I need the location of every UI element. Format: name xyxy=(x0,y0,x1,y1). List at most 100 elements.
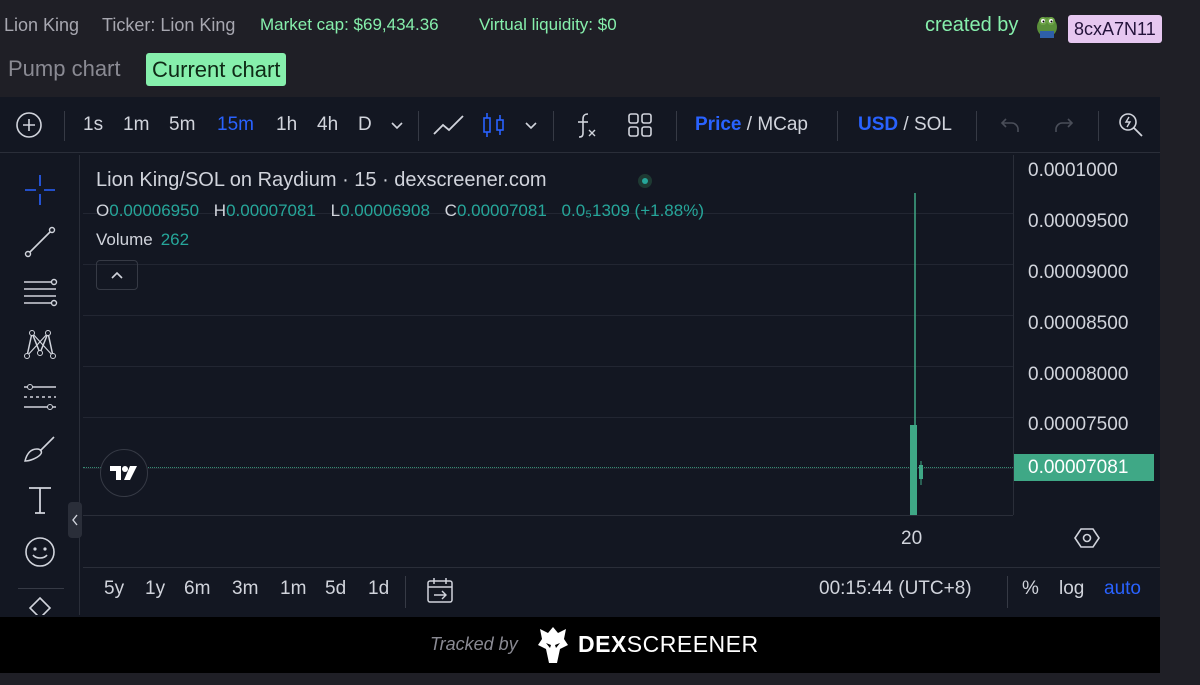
sol-option[interactable]: / SOL xyxy=(898,114,952,135)
tradingview-logo[interactable] xyxy=(100,449,148,497)
range-1m[interactable]: 1m xyxy=(280,578,306,600)
line-chart-type-button[interactable] xyxy=(432,97,466,153)
auto-toggle[interactable]: auto xyxy=(1104,578,1141,600)
collapse-legend-button[interactable] xyxy=(96,260,138,290)
crosshair-tool[interactable] xyxy=(20,170,60,210)
search-lightning-icon xyxy=(1119,113,1143,137)
chart-toolbar: 1s 1m 5m 15m 1h 4h D Price / MCap USD / … xyxy=(0,97,1160,153)
y-tick-label: 0.00009000 xyxy=(1028,262,1129,283)
chevron-down-icon xyxy=(391,122,403,130)
interval-1h[interactable]: 1h xyxy=(276,97,297,153)
ohlc-values: O0.00006950 H0.00007081 L0.00006908 C0.0… xyxy=(96,201,714,221)
interval-1m[interactable]: 1m xyxy=(123,97,149,153)
fib-tool[interactable] xyxy=(20,273,60,313)
chevron-left-icon xyxy=(72,514,78,526)
range-3m[interactable]: 3m xyxy=(232,578,258,600)
pattern-tool[interactable] xyxy=(20,325,60,365)
current-price-label: 0.00007081 xyxy=(1014,454,1154,481)
toolbar-divider xyxy=(837,111,838,141)
quick-search-button[interactable] xyxy=(1116,97,1146,153)
range-5d[interactable]: 5d xyxy=(325,578,346,600)
close-key: C xyxy=(444,201,457,220)
toolbar-divider xyxy=(553,111,554,141)
tracked-by-label: Tracked by xyxy=(430,634,518,654)
low-value: 0.00006908 xyxy=(340,201,430,220)
dexscreener-brand[interactable]: DEXSCREENER xyxy=(578,631,759,658)
toolbar-divider xyxy=(64,111,65,141)
add-symbol-button[interactable] xyxy=(14,97,44,153)
collapse-toolbar-handle[interactable] xyxy=(68,502,82,538)
tab-pump-chart[interactable]: Pump chart xyxy=(8,56,121,82)
interval-4h[interactable]: 4h xyxy=(317,97,338,153)
price-option[interactable]: Price xyxy=(695,114,741,135)
y-tick-label: 0.00009500 xyxy=(1028,211,1129,232)
tab-current-chart[interactable]: Current chart xyxy=(146,53,287,86)
range-5y[interactable]: 5y xyxy=(104,578,124,600)
mcap-option[interactable]: / MCap xyxy=(741,114,808,135)
range-1d[interactable]: 1d xyxy=(368,578,389,600)
clock-timezone[interactable]: 00:15:44 (UTC+8) xyxy=(819,578,972,600)
layout-button[interactable] xyxy=(627,97,653,153)
interval-5m[interactable]: 5m xyxy=(169,97,195,153)
forecast-tool[interactable] xyxy=(20,377,60,417)
candle-chart-type-button[interactable] xyxy=(481,97,507,153)
y-tick-label: 0.0001000 xyxy=(1028,160,1118,181)
range-bar: 5y 1y 6m 3m 1m 5d 1d 00:15:44 (UTC+8) % … xyxy=(83,567,1160,617)
trendline-icon xyxy=(24,226,56,258)
chart-type-dropdown[interactable] xyxy=(522,97,540,153)
range-divider xyxy=(405,576,406,608)
text-tool[interactable] xyxy=(20,480,60,520)
gridline xyxy=(83,315,1013,316)
range-1y[interactable]: 1y xyxy=(145,578,165,600)
emoji-tool[interactable] xyxy=(20,532,60,572)
go-to-date-button[interactable] xyxy=(425,576,455,612)
price-mcap-toggle[interactable]: Price / MCap xyxy=(695,97,808,153)
interval-1s[interactable]: 1s xyxy=(83,97,103,153)
chart-legend-title: Lion King/SOL on Raydium · 15 · dexscree… xyxy=(96,169,547,191)
brush-tool[interactable] xyxy=(20,428,60,468)
time-axis[interactable]: 20 xyxy=(83,515,1013,559)
high-value: 0.00007081 xyxy=(226,201,316,220)
trendline-tool[interactable] xyxy=(20,222,60,262)
x-tick-label: 20 xyxy=(901,528,923,549)
creator-address-badge[interactable]: 8cxA7N11 xyxy=(1068,15,1162,43)
percent-toggle[interactable]: % xyxy=(1022,578,1039,600)
ruler-tool[interactable] xyxy=(20,595,60,615)
usd-option[interactable]: USD xyxy=(858,114,898,135)
brand-screener: SCREENER xyxy=(626,631,759,657)
range-divider xyxy=(1007,576,1008,608)
gridline xyxy=(83,366,1013,367)
gridline xyxy=(83,417,1013,418)
chart-settings-button[interactable] xyxy=(1072,526,1102,555)
redo-button[interactable] xyxy=(1052,97,1076,153)
pattern-nodes-icon xyxy=(24,330,56,359)
interval-dropdown[interactable] xyxy=(388,97,406,153)
log-toggle[interactable]: log xyxy=(1059,578,1084,600)
interval-15m[interactable]: 15m xyxy=(217,97,254,153)
tracked-by-footer: Tracked by DEXSCREENER xyxy=(0,617,1160,673)
horizontal-lines-icon xyxy=(24,278,58,307)
token-info-bar: Lion King Ticker: Lion King Market cap: … xyxy=(0,0,1200,52)
interval-d[interactable]: D xyxy=(358,97,372,153)
token-ticker: Ticker: Lion King xyxy=(102,15,236,35)
volume-label: Volume xyxy=(96,230,153,249)
creator-avatar-icon xyxy=(1037,17,1057,38)
indicators-button[interactable] xyxy=(572,97,600,153)
token-name: Lion King xyxy=(4,15,80,35)
range-6m[interactable]: 6m xyxy=(184,578,210,600)
chevron-down-icon xyxy=(525,122,537,130)
market-cap: Market cap: $69,434.36 xyxy=(260,15,439,34)
volume-legend: Volume 262 xyxy=(96,230,189,250)
candles xyxy=(910,193,923,515)
redo-icon xyxy=(1055,118,1074,132)
usd-sol-toggle[interactable]: USD / SOL xyxy=(858,97,952,153)
current-price-line xyxy=(83,467,1013,468)
undo-button[interactable] xyxy=(998,97,1022,153)
chart-widget: 1s 1m 5m 15m 1h 4h D Price / MCap USD / … xyxy=(0,97,1160,673)
tradingview-logo-icon xyxy=(110,466,137,480)
toolbar-divider xyxy=(418,111,419,141)
text-t-icon xyxy=(29,487,51,514)
gridline xyxy=(83,468,1013,469)
price-axis[interactable]: 0.0001000 0.00009500 0.00009000 0.000085… xyxy=(1013,155,1160,515)
smiley-icon xyxy=(25,537,55,567)
